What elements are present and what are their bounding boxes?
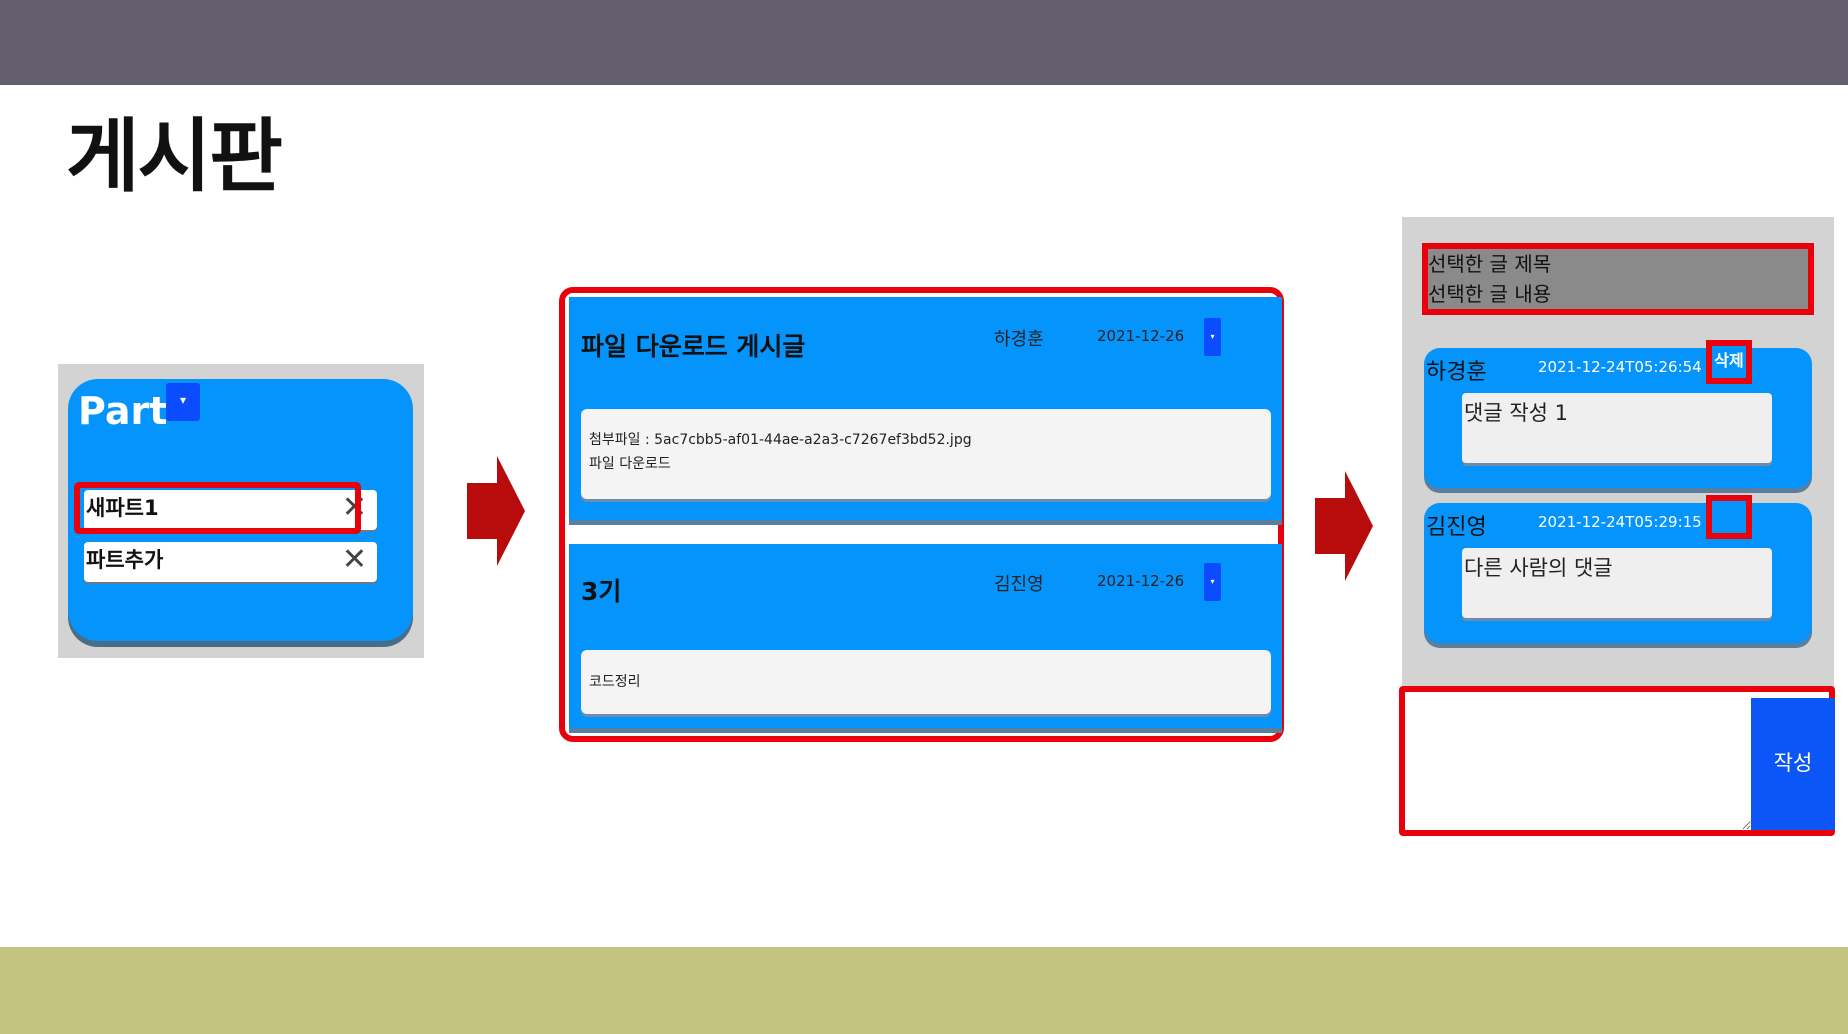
comment-card: 김진영 2021-12-24T05:29:15 다른 사람의 댓글 [1424,495,1812,643]
post-body-line: 첨부파일 : 5ac7cbb5-af01-44ae-a2a3-c7267ef3b… [589,432,972,448]
post-dropdown-button[interactable]: ▾ [1204,318,1221,356]
caret-down-icon: ▾ [1210,577,1215,586]
post-body: 첨부파일 : 5ac7cbb5-af01-44ae-a2a3-c7267ef3b… [581,409,1271,499]
post-body-line: 파일 다운로드 [589,456,671,472]
post-body-line: 코드정리 [589,674,641,690]
post-list: 파일 다운로드 게시글 하경훈 2021-12-26 ▾ 첨부파일 : 5ac7… [559,287,1284,742]
comment-timestamp: 2021-12-24T05:26:54 [1538,358,1702,376]
selected-post-content: 선택한 글 내용 [1428,282,1552,306]
comment-timestamp: 2021-12-24T05:29:15 [1538,513,1702,531]
post-author: 김진영 [994,574,1044,595]
post-title: 파일 다운로드 게시글 [581,332,806,361]
comment-author: 하경훈 [1426,360,1487,385]
delete-comment-button[interactable] [1706,495,1752,539]
part-title: Part [78,389,168,433]
post-dropdown-button[interactable]: ▾ [1204,563,1221,601]
write-comment-button[interactable]: 작성 [1751,698,1835,830]
comment-author: 김진영 [1426,515,1487,540]
caret-down-icon: ▾ [1210,332,1215,341]
selected-post-header: 선택한 글 제목 선택한 글 내용 [1422,243,1814,315]
bottom-bar [0,947,1848,1034]
comment-card: 하경훈 2021-12-24T05:26:54 삭제 댓글 작성 1 [1424,340,1812,488]
selected-post-title: 선택한 글 제목 [1428,252,1552,276]
post-date: 2021-12-26 [1097,572,1185,590]
post-card[interactable]: 3기 김진영 2021-12-26 ▾ 코드정리 [569,544,1282,728]
caret-down-icon: ▾ [179,393,187,407]
part-item-label: 파트추가 [86,548,164,572]
post-date: 2021-12-26 [1097,327,1185,345]
comment-text: 댓글 작성 1 [1462,393,1772,463]
close-icon[interactable]: ✕ [342,545,367,575]
part-dropdown-button[interactable]: ▾ [166,383,200,421]
post-title: 3기 [581,577,622,606]
top-bar [0,0,1848,85]
comment-compose: 작성 [1399,686,1835,836]
slide-title: 게시판 [66,110,283,203]
post-body: 코드정리 [581,650,1271,714]
part-panel: Part ▾ 새파트1 ✕ 파트추가 ✕ [58,364,424,658]
highlight-box [74,482,361,534]
post-card[interactable]: 파일 다운로드 게시글 하경훈 2021-12-26 ▾ 첨부파일 : 5ac7… [569,297,1282,520]
post-author: 하경훈 [994,329,1044,350]
post-detail-panel: 선택한 글 제목 선택한 글 내용 하경훈 2021-12-24T05:26:5… [1402,217,1834,692]
comment-input[interactable] [1405,692,1751,830]
comment-text: 다른 사람의 댓글 [1462,548,1772,618]
delete-comment-button[interactable]: 삭제 [1706,340,1752,384]
part-item[interactable]: 파트추가 ✕ [84,542,377,582]
